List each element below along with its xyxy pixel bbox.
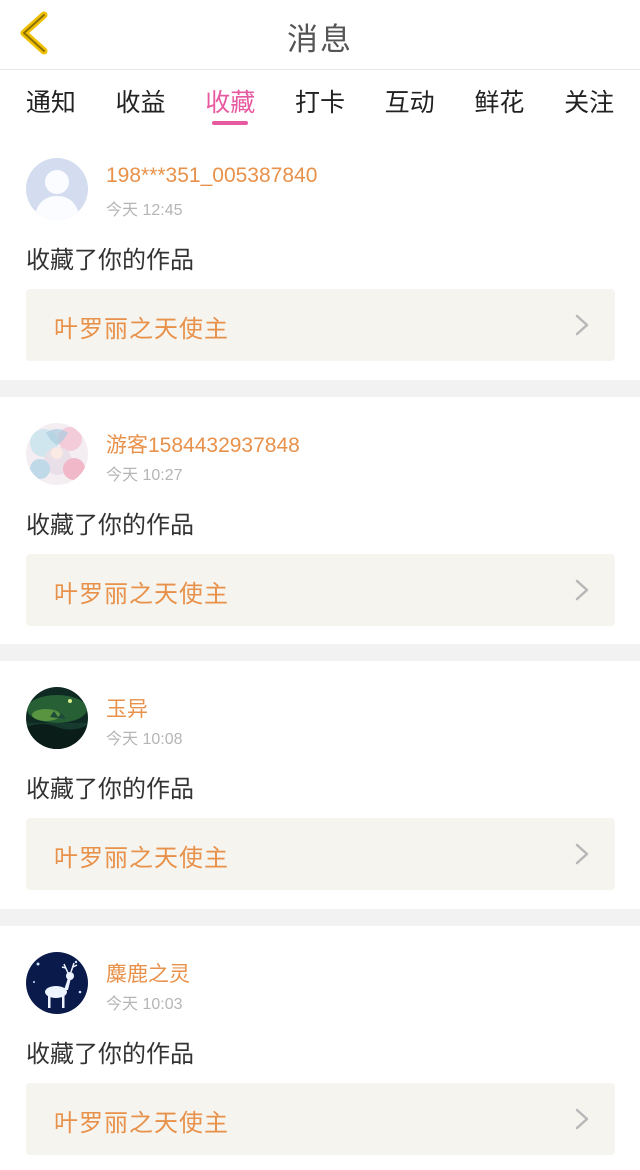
username[interactable]: 玉异	[106, 693, 148, 723]
action-text: 收藏了你的作品	[26, 246, 194, 274]
avatar[interactable]	[26, 951, 88, 1014]
username[interactable]: 麋鹿之灵	[106, 958, 190, 988]
favorites-list: 198***351_005387840 今天 12:45 收藏了你的作品 叶罗丽…	[0, 132, 640, 1170]
chevron-right-icon	[575, 843, 589, 865]
action-text: 收藏了你的作品	[26, 1039, 194, 1068]
chevron-right-icon	[575, 1108, 589, 1129]
default-avatar-icon	[26, 158, 88, 220]
work-link[interactable]: 叶罗丽之天使主	[26, 289, 615, 361]
work-title: 叶罗丽之天使主	[54, 844, 229, 872]
list-item: 198***351_005387840 今天 12:45 收藏了你的作品 叶罗丽…	[0, 132, 640, 397]
timestamp: 今天 10:27	[106, 466, 183, 484]
page-title: 消息	[287, 22, 353, 58]
work-link[interactable]: 叶罗丽之天使主	[26, 1082, 615, 1155]
list-item: 玉异 今天 10:08 收藏了你的作品 叶罗丽之天使主	[0, 661, 640, 926]
work-link[interactable]: 叶罗丽之天使主	[26, 553, 615, 626]
divider	[0, 908, 640, 926]
work-link[interactable]: 叶罗丽之天使主	[26, 818, 615, 890]
tab-bar: 通知 收益 收藏 打卡 互动 鲜花 关注	[0, 71, 640, 131]
timestamp: 今天 10:03	[106, 995, 183, 1013]
list-item: 麋鹿之灵 今天 10:03 收藏了你的作品 叶罗丽之天使主	[0, 925, 640, 1170]
tab-checkin[interactable]: 打卡	[295, 71, 345, 131]
top-bar: 消息	[0, 0, 640, 70]
action-text: 收藏了你的作品	[26, 510, 194, 539]
tab-notifications[interactable]: 通知	[26, 71, 76, 131]
action-text: 收藏了你的作品	[26, 775, 194, 803]
work-title: 叶罗丽之天使主	[54, 1108, 229, 1137]
tab-earnings[interactable]: 收益	[116, 71, 166, 131]
divider	[0, 379, 640, 397]
timestamp: 今天 10:08	[106, 731, 183, 748]
avatar[interactable]	[26, 422, 88, 485]
tab-interaction[interactable]: 互动	[385, 71, 435, 131]
white-deer-avatar-icon	[26, 951, 88, 1014]
green-night-scene-avatar-icon	[26, 687, 88, 749]
tab-following[interactable]: 关注	[564, 71, 614, 131]
active-tab-indicator	[212, 121, 249, 125]
avatar[interactable]	[26, 158, 88, 220]
timestamp: 今天 12:45	[106, 202, 183, 219]
tab-flowers[interactable]: 鲜花	[474, 71, 524, 131]
username[interactable]: 游客1584432937848	[106, 429, 300, 459]
username[interactable]: 198***351_005387840	[106, 164, 317, 188]
chevron-right-icon	[575, 314, 589, 336]
chevron-right-icon	[575, 579, 589, 600]
anime-girl-avatar-icon	[26, 422, 88, 485]
list-item: 游客1584432937848 今天 10:27 收藏了你的作品 叶罗丽之天使主	[0, 396, 640, 661]
tab-favorites[interactable]: 收藏	[205, 71, 255, 131]
avatar[interactable]	[26, 687, 88, 749]
divider	[0, 644, 640, 661]
work-title: 叶罗丽之天使主	[54, 579, 229, 608]
work-title: 叶罗丽之天使主	[54, 315, 229, 343]
